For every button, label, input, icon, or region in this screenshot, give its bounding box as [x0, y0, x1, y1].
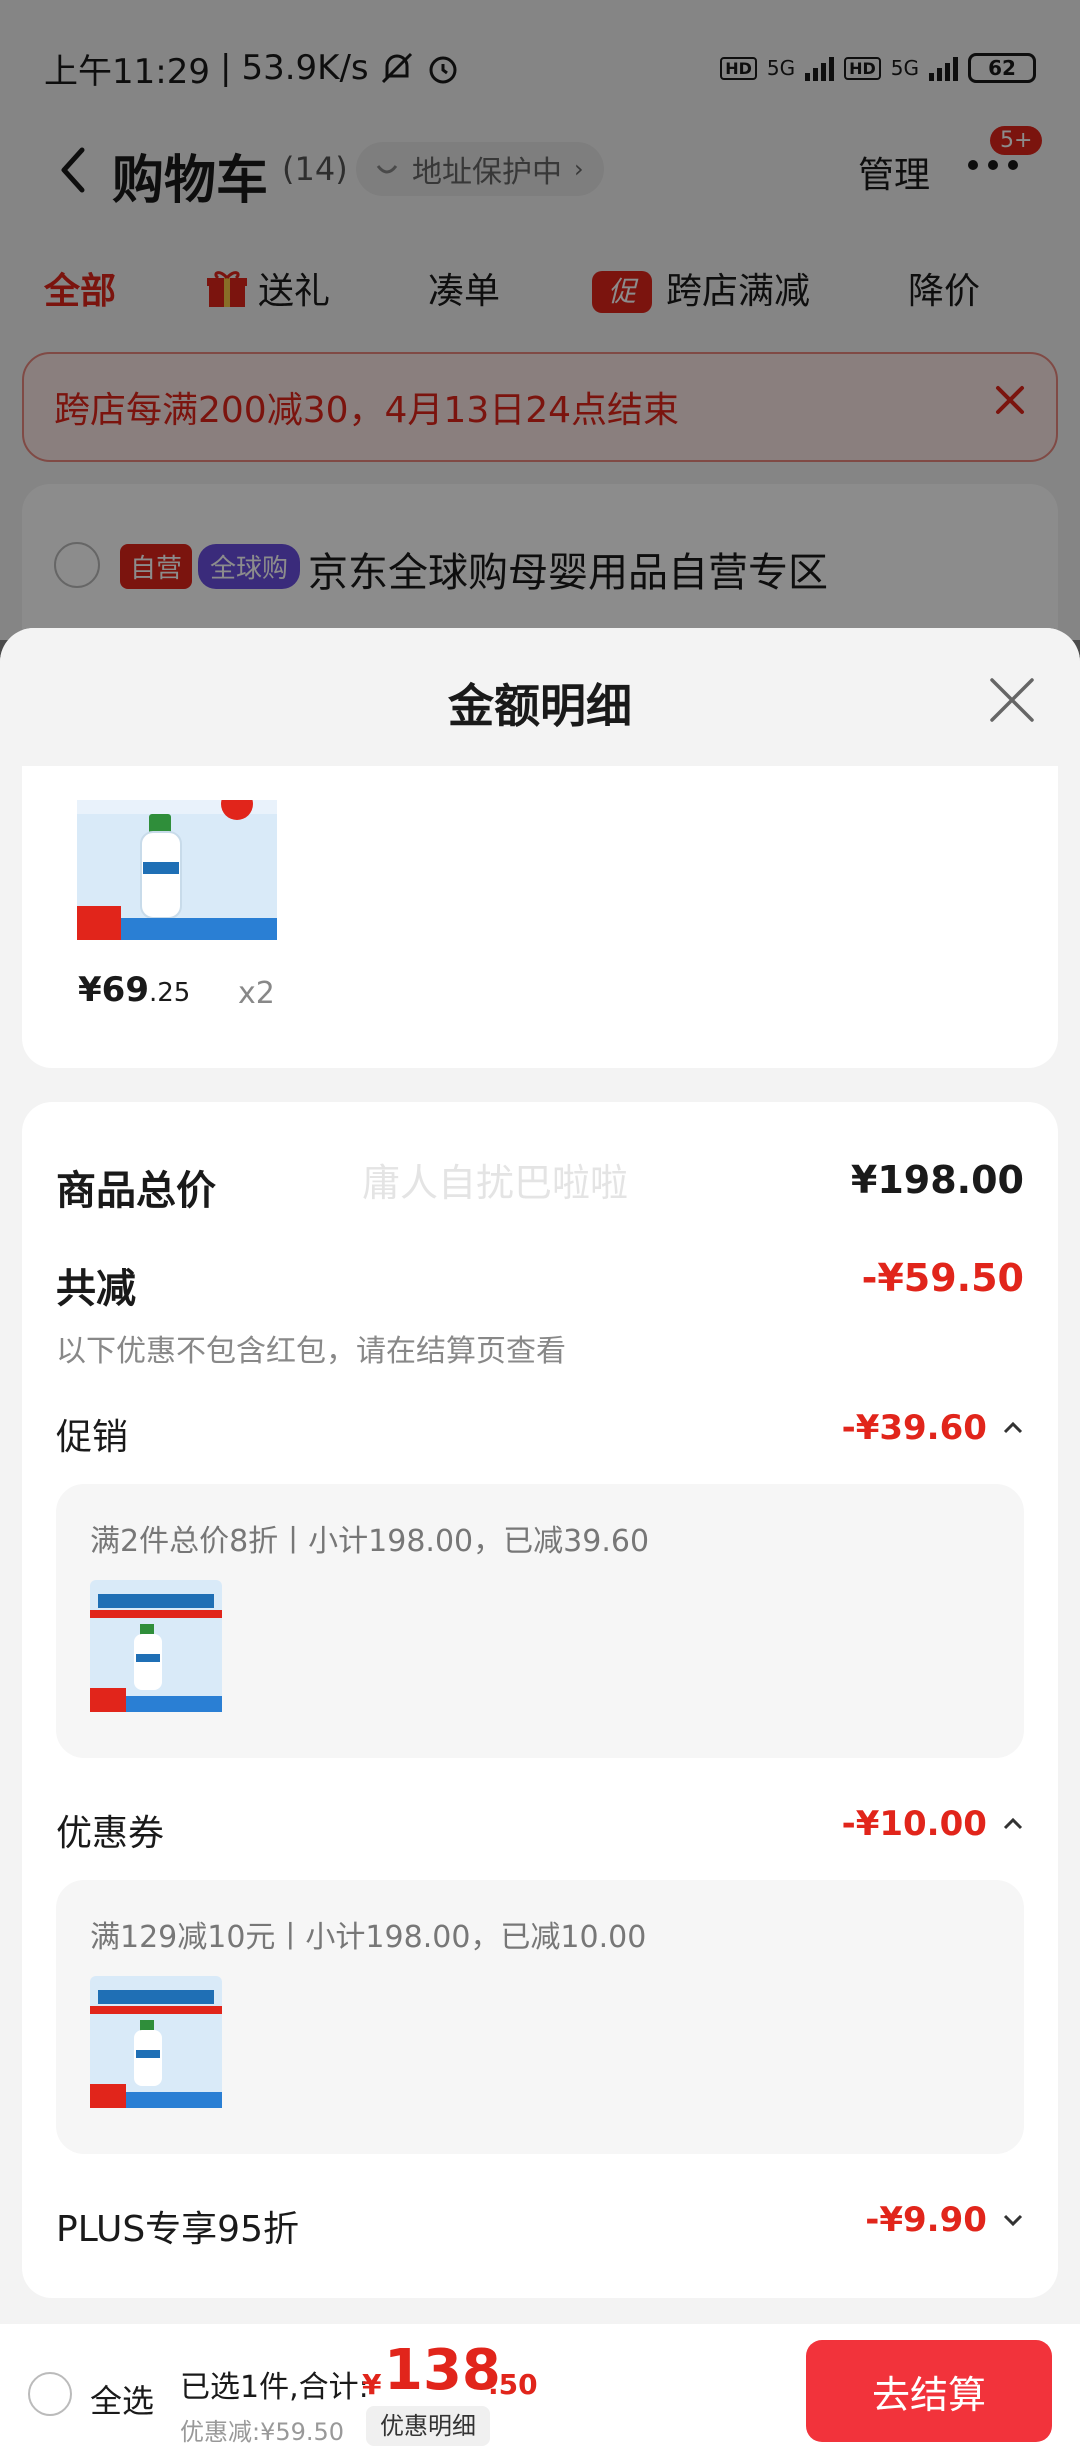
plus-amount-group: -¥9.90 [865, 2200, 1024, 2240]
product-thumbnail [90, 1580, 222, 1712]
product-image [77, 800, 277, 940]
coupon-detail-box: 满129减10元丨小计198.00，已减10.00 [56, 1880, 1024, 2154]
product-price-int: ¥69 [78, 970, 149, 1010]
coupon-row[interactable]: 优惠券 -¥10.00 [56, 1804, 1024, 1854]
checkout-button[interactable]: 去结算 [806, 2340, 1052, 2442]
plus-amount: -¥9.90 [865, 2200, 987, 2240]
discount-label: 共减 [56, 1266, 136, 1312]
total-currency: ¥ [362, 2368, 382, 2401]
promo-detail-box: 满2件总价8折丨小计198.00，已减39.60 [56, 1484, 1024, 1758]
chevron-up-icon [1003, 1421, 1023, 1434]
sheet-title: 金额明细 [448, 679, 632, 733]
checkout-bar: 全选 已选1件,合计: ¥ 138 .50 优惠减:¥59.50 优惠明细 去结… [0, 2324, 1080, 2460]
select-all-label[interactable]: 全选 [90, 2376, 154, 2422]
chevron-down-icon [1003, 2214, 1023, 2227]
coupon-label: 优惠券 [56, 1813, 165, 1854]
selected-summary-label: 已选1件,合计: [180, 2370, 369, 2405]
total-amount: ¥198.00 [850, 1158, 1024, 1202]
product-price: ¥69.25 [78, 970, 190, 1010]
total-row: 商品总价 ¥198.00 [56, 1158, 1024, 1218]
coupon-amount-group: -¥10.00 [842, 1804, 1024, 1844]
product-quantity: x2 [238, 976, 275, 1011]
plus-label: PLUS专享95折 [56, 2209, 299, 2250]
promo-label: 促销 [56, 1417, 129, 1458]
total-label: 商品总价 [56, 1168, 216, 1214]
discount-note: 以下优惠不包含红包，请在结算页查看 [56, 1334, 566, 1369]
discount-row: 共减 -¥59.50 [56, 1256, 1024, 1316]
promo-amount-group: -¥39.60 [842, 1408, 1024, 1448]
select-all-radio[interactable] [28, 2372, 72, 2416]
coupon-rule: 满129减10元丨小计198.00，已减10.00 [90, 1920, 647, 1955]
promo-rule: 满2件总价8折丨小计198.00，已减39.60 [90, 1524, 650, 1559]
product-thumbnail [90, 1976, 222, 2108]
promo-amount: -¥39.60 [841, 1408, 987, 1448]
total-integer: 138 [384, 2338, 501, 2403]
product-price-dec: .25 [148, 978, 191, 1008]
discount-amount: -¥59.50 [861, 1256, 1024, 1300]
close-icon[interactable] [988, 676, 1036, 724]
plus-row[interactable]: PLUS专享95折 -¥9.90 [56, 2200, 1024, 2250]
discount-detail-button[interactable]: 优惠明细 [366, 2406, 490, 2446]
chevron-up-icon [1003, 1817, 1023, 1830]
discount-summary: 优惠减:¥59.50 [180, 2418, 345, 2446]
amount-detail-sheet: 金额明细 ¥69.25 x2 庸人自扰巴啦啦 商品总价 ¥198.00 共减 -… [0, 628, 1080, 2460]
promo-row[interactable]: 促销 -¥39.60 [56, 1408, 1024, 1458]
total-decimal: .50 [488, 2368, 538, 2401]
amount-detail-card: 庸人自扰巴啦啦 商品总价 ¥198.00 共减 -¥59.50 以下优惠不包含红… [22, 1102, 1058, 2298]
sheet-header: 金额明细 [0, 628, 1080, 766]
coupon-amount: -¥10.00 [841, 1804, 987, 1844]
